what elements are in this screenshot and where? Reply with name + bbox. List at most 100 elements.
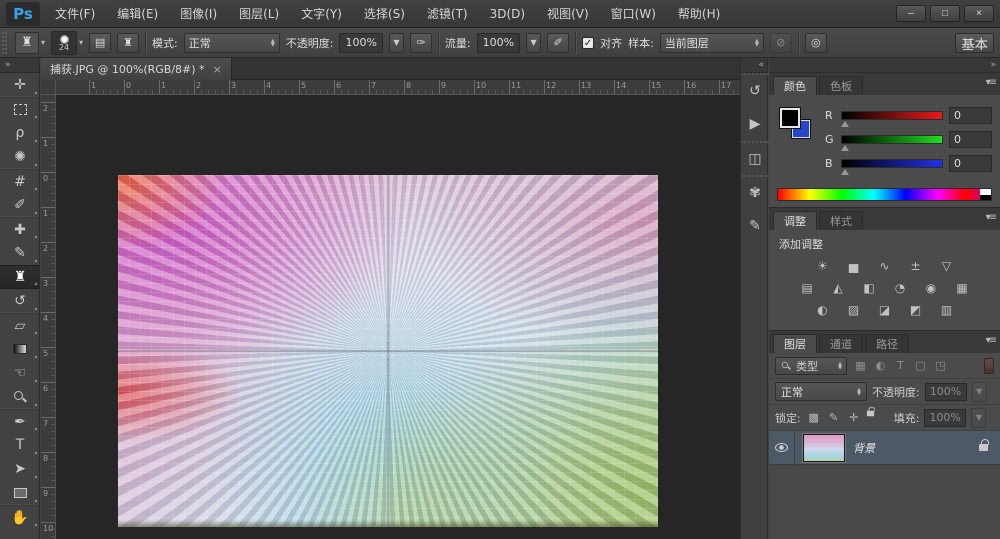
canvas-pasteboard[interactable] xyxy=(56,95,740,539)
quick-selection-tool[interactable]: ✺ xyxy=(0,145,39,169)
smudge-tool[interactable]: ☜ xyxy=(0,361,39,385)
layer-filter-toggle[interactable] xyxy=(984,357,994,374)
type-tool[interactable]: T xyxy=(0,433,39,457)
vertical-ruler[interactable]: 2 1 0 1 2 3 4 5 6 7 8 9 10 xyxy=(41,95,56,539)
black-white-icon[interactable]: ◧ xyxy=(858,280,880,296)
adjustments-tab[interactable]: 样式 xyxy=(819,211,863,230)
slider-thumb-icon[interactable] xyxy=(840,120,849,127)
panel-menu-icon[interactable]: ▾≡ xyxy=(986,335,997,346)
pen-tool[interactable]: ✒ xyxy=(0,409,39,433)
toggle-brush-panel-icon[interactable]: ▤ xyxy=(89,32,112,53)
tablet-pressure-opacity-icon[interactable]: ✑ xyxy=(409,32,432,53)
slider-thumb-icon[interactable] xyxy=(840,144,849,151)
channel-slider[interactable] xyxy=(840,110,943,127)
toggle-clone-source-panel-icon[interactable]: ♜ xyxy=(117,32,140,53)
exposure-icon[interactable]: ± xyxy=(905,258,927,274)
crop-tool[interactable]: # xyxy=(0,169,39,193)
path-selection-tool[interactable]: ➤ xyxy=(0,457,39,481)
layers-tab[interactable]: 路径 xyxy=(865,334,909,353)
opacity-dropdown-icon[interactable]: ▼ xyxy=(388,32,404,53)
gradient-tool[interactable] xyxy=(0,337,39,361)
filter-pixel-layers-icon[interactable]: ▦ xyxy=(852,358,869,374)
flow-dropdown-icon[interactable]: ▼ xyxy=(526,32,542,53)
menu-item[interactable]: 图层(L) xyxy=(228,0,290,28)
color-tab[interactable]: 颜色 xyxy=(773,76,817,95)
menu-item[interactable]: 图像(I) xyxy=(169,0,228,28)
threshold-icon[interactable]: ◪ xyxy=(874,302,896,318)
blend-mode-select[interactable]: 正常 ▲ ▼ xyxy=(775,382,867,401)
horizontal-ruler[interactable]: 1 0 1 2 3 4 5 6 7 8 9 10 11 12 13 14 15 16 17 xyxy=(56,80,740,95)
channel-value[interactable]: 0 xyxy=(948,154,993,172)
color-tab[interactable]: 色板 xyxy=(819,76,863,95)
photo-filter-icon[interactable]: ◔ xyxy=(889,280,911,296)
fill-value[interactable]: 100% xyxy=(924,408,967,427)
invert-icon[interactable]: ◐ xyxy=(812,302,834,318)
close-button[interactable]: × xyxy=(964,5,994,22)
dodge-tool[interactable] xyxy=(0,385,39,409)
lasso-tool[interactable]: ρ xyxy=(0,121,39,145)
mode-select[interactable]: 正常 ▲ ▼ xyxy=(183,32,280,53)
slider-thumb-icon[interactable] xyxy=(840,168,849,175)
document-tab-close-icon[interactable]: × xyxy=(213,63,222,76)
color-spectrum-bar[interactable] xyxy=(777,188,992,201)
tablet-pressure-size-icon[interactable]: ◎ xyxy=(804,32,827,53)
channel-mixer-icon[interactable]: ◉ xyxy=(920,280,942,296)
brush-tool[interactable]: ✎ xyxy=(0,241,39,265)
levels-icon[interactable]: ▅ xyxy=(843,258,865,274)
clone-stamp-tool[interactable]: ♜ xyxy=(0,265,39,289)
properties-panel-icon[interactable]: ◫ xyxy=(741,141,769,175)
move-tool[interactable]: ✛ xyxy=(0,73,39,97)
ignore-adjustment-layers-icon[interactable]: ⊘ xyxy=(769,32,792,53)
history-brush-tool[interactable]: ↺ xyxy=(0,289,39,313)
menu-item[interactable]: 帮助(H) xyxy=(667,0,731,28)
channel-value[interactable]: 0 xyxy=(948,130,993,148)
selective-color-icon[interactable]: ◩ xyxy=(905,302,927,318)
opacity-value[interactable]: 100% xyxy=(339,32,383,53)
workspace-switcher-button[interactable]: 基本 xyxy=(955,32,994,53)
vibrance-icon[interactable]: ▽ xyxy=(936,258,958,274)
layer-row-background[interactable]: 背景 xyxy=(769,430,1000,465)
layers-tab[interactable]: 通道 xyxy=(819,334,863,353)
rectangle-tool[interactable] xyxy=(0,481,39,505)
tool-presets-panel-icon[interactable]: ✎ xyxy=(741,209,769,243)
menu-item[interactable]: 视图(V) xyxy=(536,0,600,28)
layer-opacity-value[interactable]: 100% xyxy=(924,382,967,401)
history-panel-icon[interactable]: ↺ xyxy=(741,73,769,107)
brush-presets-panel-icon[interactable]: ✾ xyxy=(741,175,769,209)
color-lookup-icon[interactable]: ▦ xyxy=(951,280,973,296)
menu-item[interactable]: 编辑(E) xyxy=(106,0,169,28)
flow-value[interactable]: 100% xyxy=(476,32,521,53)
tools-collapse-icon[interactable]: » xyxy=(0,58,39,73)
adjustments-tab[interactable]: 调整 xyxy=(773,211,817,230)
dock-expand-icon[interactable]: « xyxy=(741,58,767,73)
spectrum-black-chip[interactable] xyxy=(980,194,991,200)
filter-smart-objects-icon[interactable]: ◳ xyxy=(932,358,949,374)
menu-item[interactable]: 窗口(W) xyxy=(600,0,667,28)
layer-filter-type-select[interactable]: 类型 ▲ ▼ xyxy=(775,356,847,375)
panel-menu-icon[interactable]: ▾≡ xyxy=(986,77,997,88)
hue-saturation-icon[interactable]: ▤ xyxy=(796,280,818,296)
hand-tool[interactable]: ✋ xyxy=(0,505,39,529)
rectangular-marquee-tool[interactable] xyxy=(0,97,39,121)
menu-item[interactable]: 3D(D) xyxy=(479,0,536,28)
spot-healing-brush-tool[interactable]: ✚ xyxy=(0,217,39,241)
filter-type-layers-icon[interactable]: T xyxy=(892,358,909,374)
options-bar-grip[interactable] xyxy=(2,31,7,54)
filter-adjustment-layers-icon[interactable]: ◐ xyxy=(872,358,889,374)
brightness-contrast-icon[interactable]: ☀ xyxy=(812,258,834,274)
minimize-button[interactable]: – xyxy=(896,5,926,22)
posterize-icon[interactable]: ▨ xyxy=(843,302,865,318)
lock-all-icon[interactable] xyxy=(866,406,875,416)
menu-item[interactable]: 文件(F) xyxy=(44,0,106,28)
color-balance-icon[interactable]: ◭ xyxy=(827,280,849,296)
document-tab[interactable]: 捕获.JPG @ 100%(RGB/8#) * × xyxy=(41,58,232,80)
channel-value[interactable]: 0 xyxy=(948,106,993,124)
channel-slider[interactable] xyxy=(840,134,943,151)
tool-preset-picker[interactable]: ♜ ▾ xyxy=(15,31,45,54)
eraser-tool[interactable]: ▱ xyxy=(0,313,39,337)
layers-tab[interactable]: 图层 xyxy=(773,334,817,353)
fill-dropdown-icon[interactable]: ▼ xyxy=(971,407,987,428)
maximize-button[interactable]: □ xyxy=(930,5,960,22)
menu-item[interactable]: 选择(S) xyxy=(353,0,416,28)
airbrush-icon[interactable]: ✐ xyxy=(547,32,570,53)
